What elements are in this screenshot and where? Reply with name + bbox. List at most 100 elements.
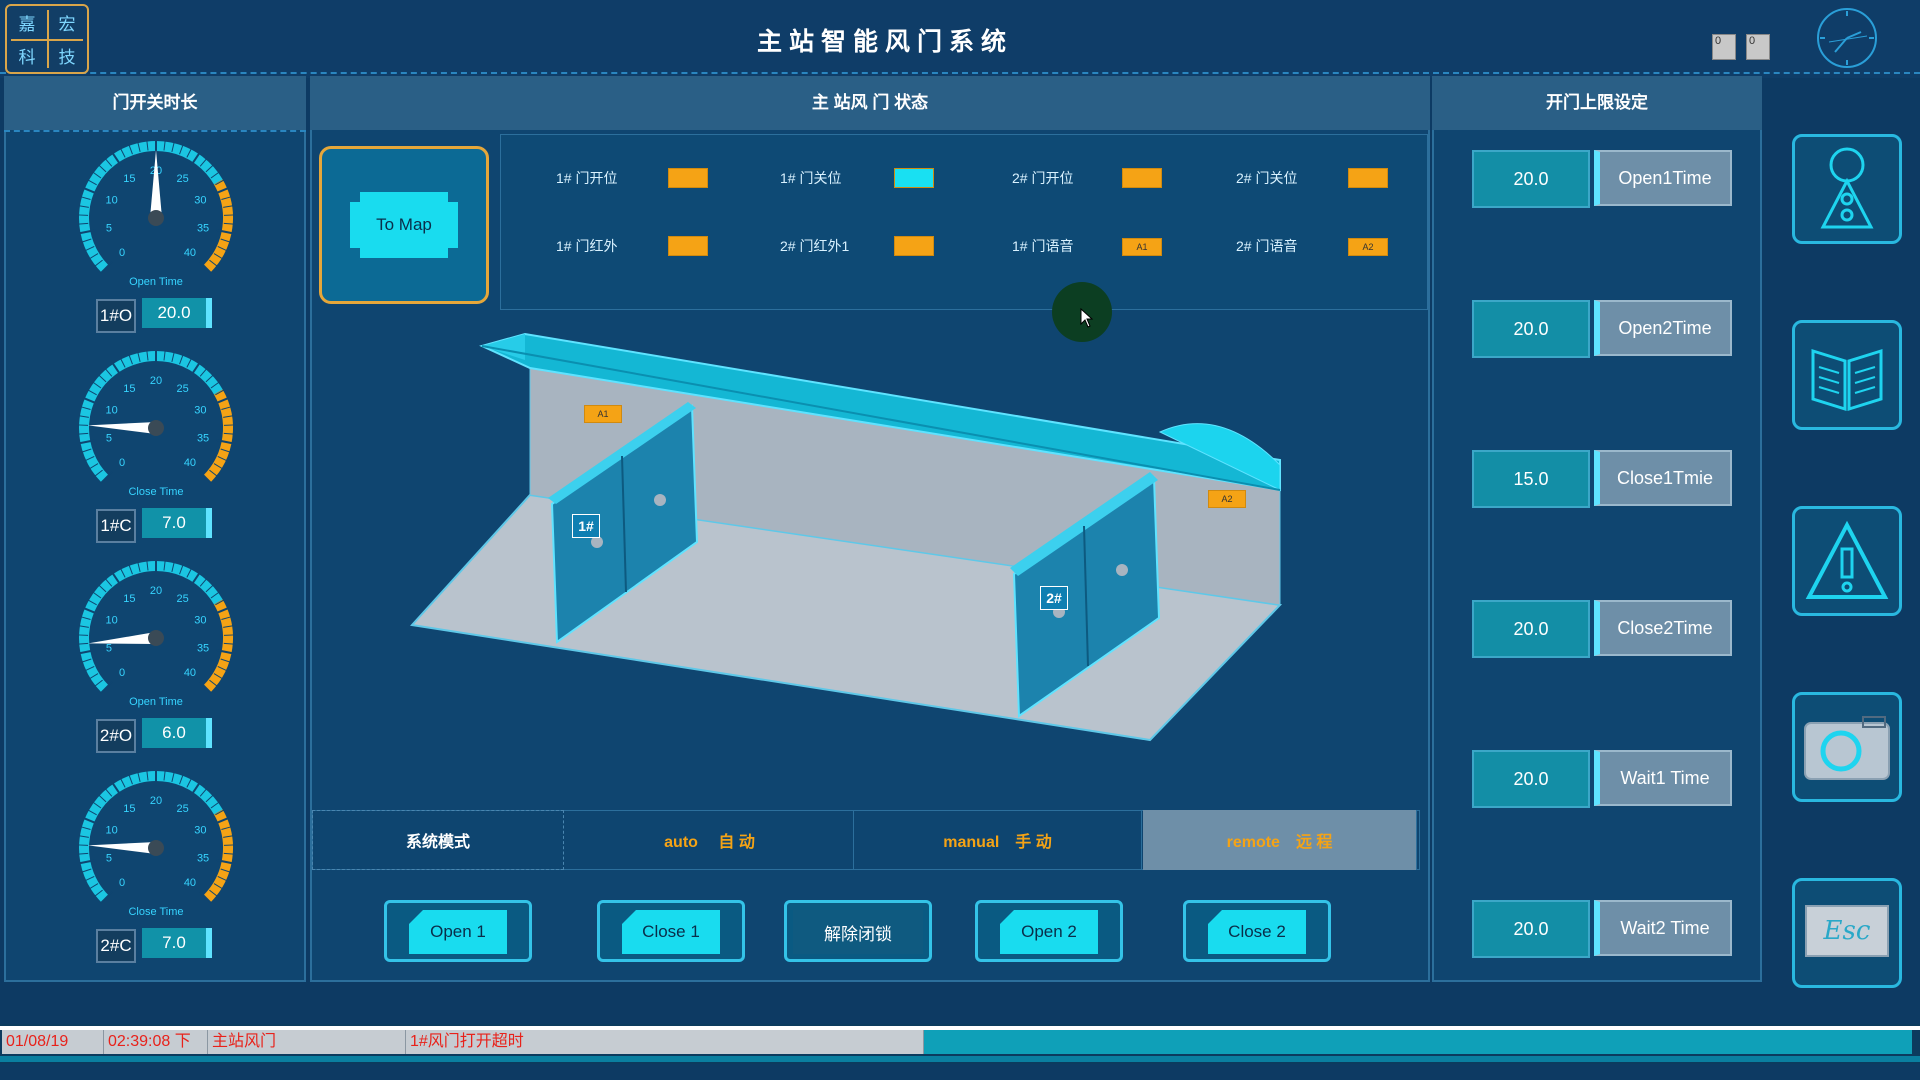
close1-label: Close 1 (622, 910, 720, 954)
gauge-tick-label: 35 (197, 222, 209, 234)
gauge-tick-label: 20 (150, 585, 162, 597)
limit-setting-button[interactable]: Wait1 Time (1594, 750, 1732, 806)
status-indicator-label: 2# 门关位 (1236, 170, 1298, 186)
status-indicator-label: 1# 门开位 (556, 170, 618, 186)
indicator-box-1: 0 (1712, 34, 1736, 60)
gauge-tick-label: 35 (197, 852, 209, 864)
gauge-tick-label: 0 (119, 667, 125, 679)
gauge-tick-label: 15 (123, 803, 135, 815)
gauge-tick-label: 35 (197, 432, 209, 444)
gauge-label: Open Time (129, 696, 183, 708)
alarm-location: 主站风门 (208, 1030, 406, 1054)
unlock-button[interactable]: 解除闭锁 (784, 900, 932, 962)
gauge-tag: 1#C (96, 509, 136, 543)
warning-button[interactable] (1792, 506, 1902, 616)
gauge-tick-label: 15 (123, 173, 135, 185)
mouse-cursor-icon (1080, 308, 1094, 328)
to-map-label: To Map (350, 192, 458, 258)
tunnel-3d-view (410, 332, 1283, 742)
limit-value-input[interactable]: 20.0 (1472, 900, 1590, 958)
close2-button[interactable]: Close 2 (1183, 900, 1331, 962)
alarm-message: 1#风门打开超时 (406, 1030, 924, 1054)
gauge-label: Close Time (128, 906, 184, 918)
limit-value-input[interactable]: 15.0 (1472, 450, 1590, 508)
gauge-tick-label: 20 (150, 375, 162, 387)
warning-icon (1805, 520, 1889, 599)
gauge-tick-label: 40 (184, 877, 196, 889)
open1-button[interactable]: Open 1 (384, 900, 532, 962)
alarm-filler (924, 1030, 1912, 1054)
gauge-dial: 0510152025303540 (78, 140, 234, 274)
limit-setting-button[interactable]: Close1Tmie (1594, 450, 1732, 506)
person-light-button[interactable] (1792, 134, 1902, 244)
header-divider (0, 72, 1920, 74)
limit-setting-button[interactable]: Open1Time (1594, 150, 1732, 206)
status-indicator-label: 1# 门红外 (556, 238, 618, 254)
gauge-tick-label: 20 (150, 795, 162, 807)
gauge-tick-label: 0 (119, 457, 125, 469)
gauge-tick-label: 10 (106, 405, 118, 417)
limit-value-input[interactable]: 20.0 (1472, 300, 1590, 358)
book-icon (1811, 348, 1883, 412)
esc-button[interactable]: Esc (1792, 878, 1902, 988)
gauge-tag: 2#O (96, 719, 136, 753)
gauge-tick-label: 25 (177, 173, 189, 185)
gauge-tick-label: 10 (106, 195, 118, 207)
gauge-tick-label: 5 (106, 432, 112, 444)
status-indicator-label: 1# 门语音 (1012, 238, 1074, 254)
status-indicator-label: 2# 门语音 (1236, 238, 1298, 254)
limit-setting-button[interactable]: Close2Time (1594, 600, 1732, 656)
indicator-box-2: 0 (1746, 34, 1770, 60)
gauge-needle (150, 150, 162, 218)
status-indicator-label: 1# 门关位 (780, 170, 842, 186)
status-indicator-light: A2 (1348, 238, 1388, 256)
mode-remote-button[interactable]: remote 远 程 (1143, 810, 1417, 870)
camera-icon (1804, 716, 1890, 780)
gauge-tick-label: 40 (184, 667, 196, 679)
limit-value-input[interactable]: 20.0 (1472, 750, 1590, 808)
open-limit-title: 开门上限设定 (1432, 76, 1762, 130)
status-indicator-light: A1 (1122, 238, 1162, 256)
page-title: 主站智能风门系统 (756, 28, 1013, 56)
status-indicator-light (668, 168, 708, 188)
gauge-tick-label: 25 (177, 593, 189, 605)
gauge-tick-label: 30 (194, 615, 206, 627)
gauge-tick-label: 40 (184, 247, 196, 259)
open-limit-panel (1432, 76, 1762, 982)
open2-button[interactable]: Open 2 (975, 900, 1123, 962)
limit-setting-button[interactable]: Open2Time (1594, 300, 1732, 356)
camera-button[interactable] (1792, 692, 1902, 802)
mode-manual-button[interactable]: manual 手 动 (854, 810, 1142, 870)
gauge-label: Close Time (128, 486, 184, 498)
gauge-tick-label: 5 (106, 852, 112, 864)
limit-setting-button[interactable]: Wait2 Time (1594, 900, 1732, 956)
status-indicator-light (894, 168, 934, 188)
alarm-status-bar: 01/08/19 02:39:08 下 主站风门 1#风门打开超时 (0, 1024, 1920, 1064)
close1-button[interactable]: Close 1 (597, 900, 745, 962)
gauge-tick-label: 0 (119, 877, 125, 889)
gauge-needle (88, 632, 157, 644)
door2-label: 2# (1040, 586, 1068, 610)
system-mode-label: 系统模式 (312, 810, 564, 870)
mode-auto-button[interactable]: auto 自 动 (566, 810, 854, 870)
status-indicator-label: 2# 门开位 (1012, 170, 1074, 186)
gauge-tag: 1#O (96, 299, 136, 333)
gauge-dial: 0510152025303540 (78, 350, 234, 484)
limit-value-input[interactable]: 20.0 (1472, 600, 1590, 658)
gauge-dial: 0510152025303540 (78, 770, 234, 904)
gauge-tick-label: 30 (194, 195, 206, 207)
status-indicator-light (668, 236, 708, 256)
gauge-tick-label: 25 (177, 803, 189, 815)
limit-value-input[interactable]: 20.0 (1472, 150, 1590, 208)
to-map-button[interactable]: To Map (319, 146, 489, 304)
book-button[interactable] (1792, 320, 1902, 430)
close2-label: Close 2 (1208, 910, 1306, 954)
gauge-tick-label: 25 (177, 383, 189, 395)
open1-label: Open 1 (409, 910, 507, 954)
alarm-time: 02:39:08 下 (104, 1030, 208, 1054)
esc-icon: Esc (1805, 905, 1889, 957)
door-duration-title: 门开关时长 (4, 76, 306, 130)
gauge-tick-label: 40 (184, 457, 196, 469)
open2-label: Open 2 (1000, 910, 1098, 954)
status-indicator-light (1122, 168, 1162, 188)
